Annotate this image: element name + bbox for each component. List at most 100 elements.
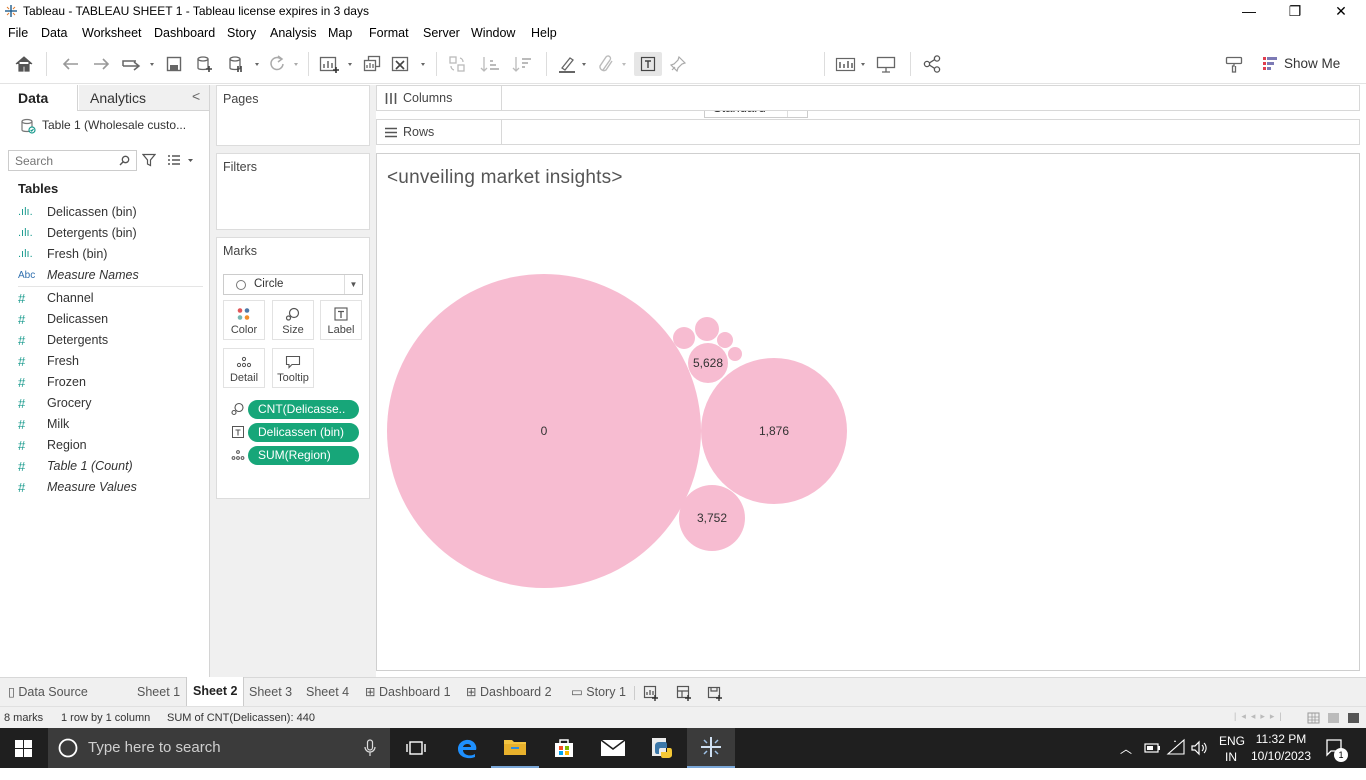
- sheet-navigation-arrows[interactable]: |◂◂▸▸|: [1234, 711, 1290, 725]
- mark-type-dropdown[interactable]: Circle ▼: [223, 274, 363, 295]
- home-icon[interactable]: [12, 52, 36, 76]
- volume-icon[interactable]: [1190, 740, 1208, 756]
- field-measure-names[interactable]: Abc Measure Names: [18, 265, 203, 285]
- device-preview-icon[interactable]: [874, 52, 898, 76]
- menu-format[interactable]: Format: [369, 26, 409, 40]
- new-worksheet-icon[interactable]: [318, 52, 356, 76]
- field-channel[interactable]: # Channel: [18, 288, 203, 308]
- columns-shelf[interactable]: Columns: [376, 85, 1360, 111]
- tab-sheet-3[interactable]: Sheet 3: [249, 678, 292, 707]
- tab-sheet-1[interactable]: Sheet 1: [137, 678, 180, 707]
- sort-descending-icon[interactable]: [510, 52, 534, 76]
- store-icon[interactable]: [540, 728, 588, 768]
- pause-update-icon[interactable]: [225, 52, 263, 76]
- view-options-icon[interactable]: [166, 153, 196, 167]
- pages-card[interactable]: Pages: [216, 85, 370, 146]
- undo-icon[interactable]: [58, 52, 82, 76]
- swap-redo-icon[interactable]: [120, 52, 156, 76]
- view-mode-icons[interactable]: [1306, 711, 1362, 725]
- field-detergents-bin[interactable]: .ılı. Detergents (bin): [18, 223, 203, 243]
- filter-icon[interactable]: [142, 153, 156, 167]
- menu-file[interactable]: File: [8, 26, 28, 40]
- new-dashboard-icon[interactable]: [676, 685, 692, 701]
- field-milk[interactable]: # Milk: [18, 414, 203, 434]
- presentation-mode-icon[interactable]: [834, 52, 868, 76]
- swap-rows-columns-icon[interactable]: [446, 52, 468, 76]
- label-button[interactable]: Label: [320, 300, 362, 340]
- group-members-icon[interactable]: [596, 52, 630, 76]
- network-icon[interactable]: [1166, 738, 1186, 756]
- filters-card[interactable]: Filters: [216, 153, 370, 230]
- menu-analysis[interactable]: Analysis: [270, 26, 317, 40]
- tab-story-1[interactable]: ▭ Story 1: [571, 678, 626, 707]
- show-mark-labels-icon[interactable]: [634, 52, 662, 76]
- refresh-icon[interactable]: [266, 52, 302, 76]
- clock[interactable]: 11:32 PM 10/10/2023: [1250, 731, 1312, 771]
- field-delicassen[interactable]: # Delicassen: [18, 309, 203, 329]
- tab-data-source[interactable]: ▯ Data Source: [8, 678, 88, 707]
- menu-dashboard[interactable]: Dashboard: [154, 26, 215, 40]
- tab-dashboard-1[interactable]: ⊞ Dashboard 1: [365, 678, 451, 707]
- clear-sheet-icon[interactable]: [390, 52, 428, 76]
- fix-axes-icon[interactable]: [668, 52, 688, 76]
- field-measure-values[interactable]: # Measure Values: [18, 477, 203, 497]
- format-painter-icon[interactable]: [1222, 52, 1246, 76]
- pill-sum-region[interactable]: SUM(Region): [248, 446, 359, 465]
- detail-button[interactable]: Detail: [223, 348, 265, 388]
- duplicate-sheet-icon[interactable]: [360, 52, 384, 76]
- datasource-name[interactable]: Table 1 (Wholesale custo...: [42, 118, 186, 132]
- file-explorer-icon[interactable]: [491, 728, 539, 768]
- minimize-button[interactable]: —: [1226, 0, 1272, 23]
- tableau-taskbar-icon[interactable]: [687, 728, 735, 768]
- menu-worksheet[interactable]: Worksheet: [82, 26, 142, 40]
- tab-sheet-4[interactable]: Sheet 4: [306, 678, 349, 707]
- field-delicassen-bin[interactable]: .ılı. Delicassen (bin): [18, 202, 203, 222]
- battery-icon[interactable]: [1144, 740, 1162, 756]
- tab-dashboard-2[interactable]: ⊞ Dashboard 2: [466, 678, 552, 707]
- search-field[interactable]: [8, 150, 137, 171]
- maximize-button[interactable]: ❐: [1272, 0, 1318, 23]
- new-story-icon[interactable]: [707, 685, 723, 701]
- menu-window[interactable]: Window: [471, 26, 515, 40]
- new-datasource-icon[interactable]: [194, 52, 216, 76]
- bubble-mark[interactable]: [673, 327, 695, 349]
- windows-start-icon[interactable]: [15, 740, 32, 757]
- menu-help[interactable]: Help: [531, 26, 557, 40]
- search-input[interactable]: [9, 151, 109, 170]
- show-hidden-icons[interactable]: ︿: [1120, 740, 1132, 780]
- close-button[interactable]: ✕: [1318, 0, 1364, 23]
- input-language[interactable]: ENG IN: [1219, 733, 1245, 773]
- tab-sheet-2[interactable]: Sheet 2: [186, 677, 245, 707]
- field-frozen[interactable]: # Frozen: [18, 372, 203, 392]
- new-worksheet-icon[interactable]: [643, 685, 659, 701]
- tab-analytics[interactable]: Analytics <: [79, 85, 209, 110]
- redo-icon[interactable]: [90, 52, 114, 76]
- tab-data[interactable]: Data: [0, 85, 78, 111]
- collapse-pane-icon[interactable]: <: [192, 88, 200, 104]
- sort-ascending-icon[interactable]: [478, 52, 502, 76]
- python-icon[interactable]: [638, 728, 686, 768]
- bubble-mark[interactable]: [695, 317, 719, 341]
- field-fresh-bin[interactable]: .ılı. Fresh (bin): [18, 244, 203, 264]
- mail-icon[interactable]: [589, 728, 637, 768]
- field-table-count[interactable]: # Table 1 (Count): [18, 456, 203, 476]
- save-icon[interactable]: [163, 52, 185, 76]
- edge-icon[interactable]: [443, 728, 491, 768]
- size-button[interactable]: Size: [272, 300, 314, 340]
- show-me-button[interactable]: Show Me: [1262, 53, 1340, 73]
- taskbar-search[interactable]: Type here to search: [48, 728, 390, 768]
- menu-map[interactable]: Map: [328, 26, 352, 40]
- field-fresh[interactable]: # Fresh: [18, 351, 203, 371]
- share-icon[interactable]: [920, 52, 944, 76]
- bubble-mark[interactable]: [717, 332, 733, 348]
- microphone-icon[interactable]: [364, 739, 376, 757]
- field-region[interactable]: # Region: [18, 435, 203, 455]
- highlight-icon[interactable]: [556, 52, 590, 76]
- color-button[interactable]: Color: [223, 300, 265, 340]
- menu-server[interactable]: Server: [423, 26, 460, 40]
- pill-cnt-delicassen[interactable]: CNT(Delicasse..: [248, 400, 359, 419]
- bubble-mark[interactable]: [728, 347, 742, 361]
- tooltip-button[interactable]: Tooltip: [272, 348, 314, 388]
- rows-shelf[interactable]: Rows: [376, 119, 1360, 145]
- field-grocery[interactable]: # Grocery: [18, 393, 203, 413]
